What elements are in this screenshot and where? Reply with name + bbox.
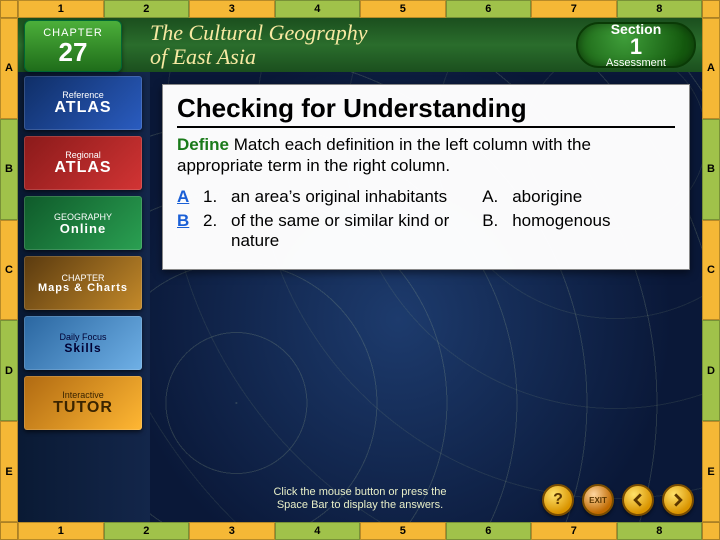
question-number: 1. — [203, 187, 223, 207]
sidebar: ReferenceATLAS RegionalATLAS GEOGRAPHYOn… — [18, 72, 150, 522]
section-badge: Section 1 Assessment — [576, 22, 696, 68]
question-text: an area’s original inhabitants — [231, 187, 466, 207]
spacebar-hint: Click the mouse button or press the Spac… — [273, 486, 446, 512]
ruler-cell: 5 — [360, 0, 446, 18]
answer-letter: B — [177, 211, 195, 251]
ruler-right: AB CD E — [702, 18, 720, 522]
question-row: A 1. an area’s original inhabitants — [177, 187, 466, 207]
exit-label: EXIT — [589, 496, 607, 505]
answer-letter: A — [177, 187, 195, 207]
sidebar-interactive-tutor[interactable]: InteractiveTUTOR — [24, 376, 142, 430]
define-keyword: Define — [177, 135, 229, 154]
ruler-left: AB CD E — [0, 18, 18, 522]
help-button[interactable]: ? — [542, 484, 574, 516]
prev-button[interactable] — [622, 484, 654, 516]
ruler-cell: 7 — [531, 0, 617, 18]
nav-bar: ? EXIT — [542, 484, 694, 516]
term-row: A. aborigine — [482, 187, 675, 207]
term-word: aborigine — [512, 187, 582, 207]
ruler-cell: 6 — [446, 0, 532, 18]
ruler-cell: 2 — [104, 0, 190, 18]
ruler-top: 1 2 3 4 5 6 7 8 — [18, 0, 702, 18]
term-word: homogenous — [512, 211, 610, 231]
exit-button[interactable]: EXIT — [582, 484, 614, 516]
content-title: Checking for Understanding — [177, 93, 675, 128]
chapter-badge: CHAPTER 27 — [24, 20, 122, 72]
question-row: B 2. of the same or similar kind or natu… — [177, 211, 466, 251]
sidebar-reference-atlas[interactable]: ReferenceATLAS — [24, 76, 142, 130]
sidebar-regional-atlas[interactable]: RegionalATLAS — [24, 136, 142, 190]
term-row: B. homogenous — [482, 211, 675, 231]
sidebar-maps-charts[interactable]: CHAPTERMaps & Charts — [24, 256, 142, 310]
chevron-right-icon — [671, 493, 685, 507]
sidebar-geography-online[interactable]: GEOGRAPHYOnline — [24, 196, 142, 250]
sidebar-daily-focus[interactable]: Daily FocusSkills — [24, 316, 142, 370]
term-label: B. — [482, 211, 502, 231]
chevron-left-icon — [631, 493, 645, 507]
question-number: 2. — [203, 211, 223, 251]
ruler-bottom: 12 34 56 78 — [18, 522, 702, 540]
terms-column: A. aborigine B. homogenous — [482, 187, 675, 255]
term-label: A. — [482, 187, 502, 207]
ruler-cell: 8 — [617, 0, 703, 18]
definitions-column: A 1. an area’s original inhabitants B 2.… — [177, 187, 466, 255]
ruler-cell: 3 — [189, 0, 275, 18]
content-instruction: Define Match each definition in the left… — [177, 134, 675, 177]
question-text: of the same or similar kind or nature — [231, 211, 466, 251]
ruler-cell: 4 — [275, 0, 361, 18]
chapter-title: The Cultural Geography of East Asia — [150, 21, 368, 69]
ruler-cell: 1 — [18, 0, 104, 18]
content-panel: Checking for Understanding Define Match … — [162, 84, 690, 270]
next-button[interactable] — [662, 484, 694, 516]
question-icon: ? — [553, 491, 563, 509]
